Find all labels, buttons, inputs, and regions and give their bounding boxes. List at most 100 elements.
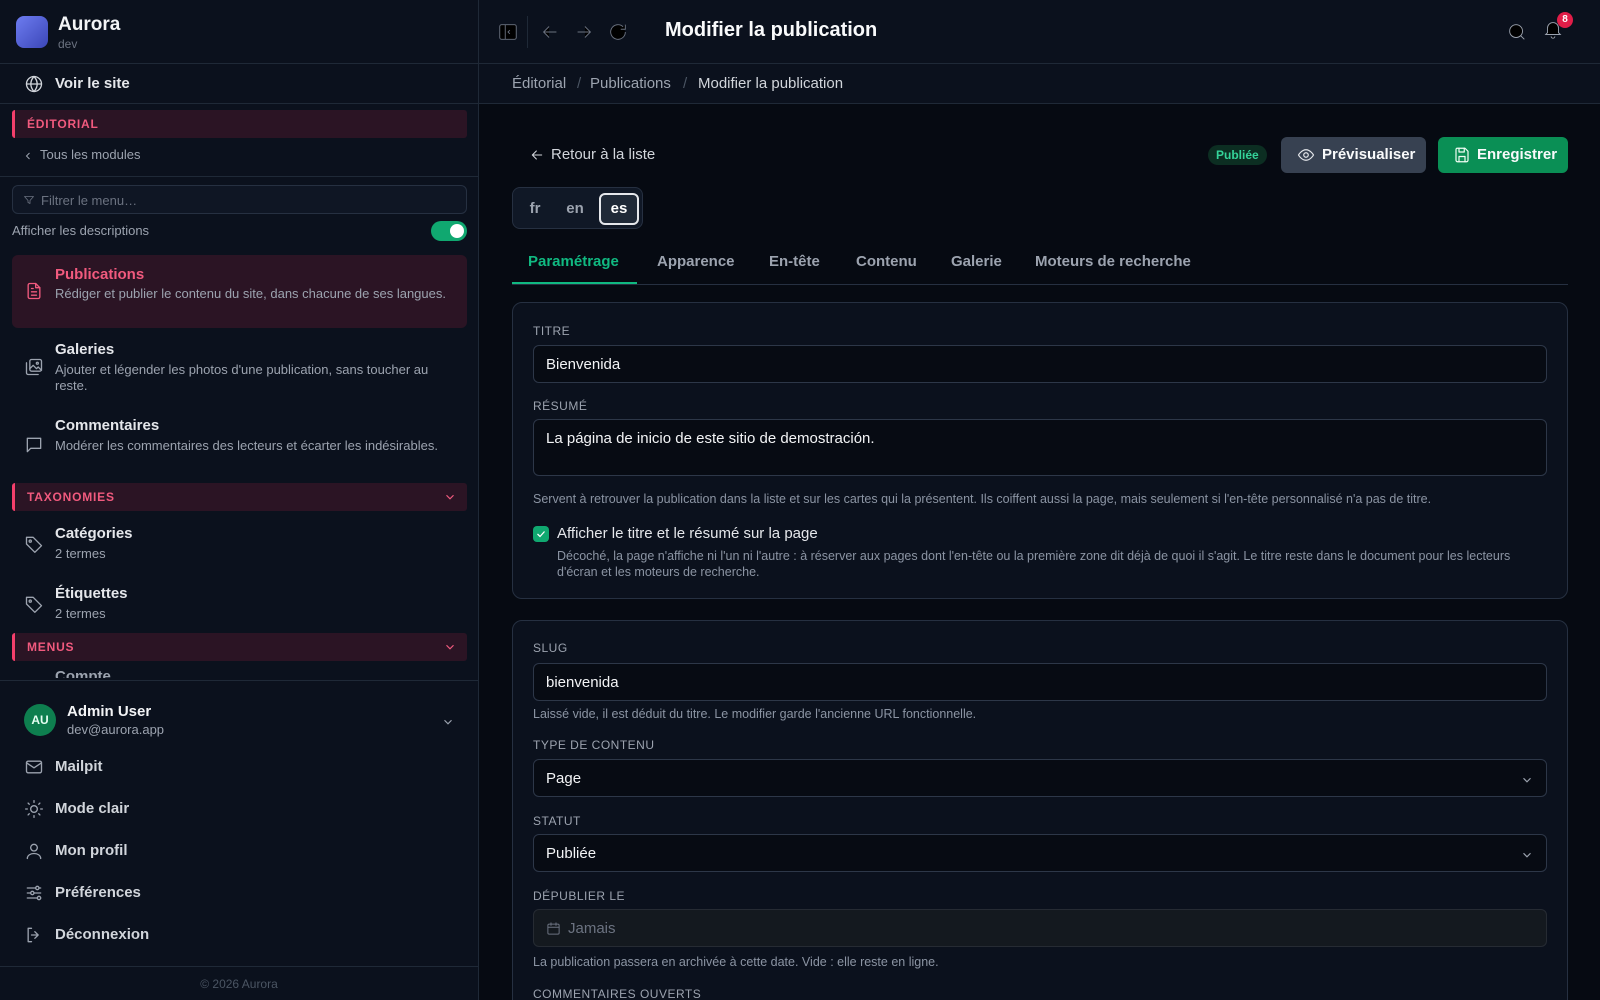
breadcrumb-separator: / <box>577 75 582 92</box>
title-label: TITRE <box>533 324 571 338</box>
summary-value: La página de inicio de este sitio de dem… <box>546 430 875 447</box>
unpublish-help: La publication passera en archivée à cet… <box>533 955 939 969</box>
brand-name: Aurora <box>58 14 121 35</box>
profile-link[interactable]: Mon profil <box>0 833 478 869</box>
slug-input[interactable]: bienvenida <box>533 663 1547 701</box>
chevron-left-icon <box>25 152 30 159</box>
show-descriptions-toggle[interactable] <box>431 221 467 241</box>
breadcrumb-separator: / <box>683 75 688 92</box>
section-menus[interactable]: MENUS <box>12 633 467 661</box>
light-mode-toggle[interactable]: Mode clair <box>0 791 478 827</box>
lang-fr[interactable]: fr <box>515 193 555 225</box>
unpublish-date-input[interactable]: Jamais <box>533 909 1547 947</box>
title-value: Bienvenida <box>546 356 621 373</box>
forward-arrow-icon[interactable] <box>573 21 595 43</box>
lang-es[interactable]: es <box>599 193 639 225</box>
tag-icon <box>25 536 43 553</box>
sidebar-item-galleries[interactable]: Galeries Ajouter et légender les photos … <box>12 331 467 404</box>
language-switcher: fr en es <box>512 187 643 229</box>
tab-appearance[interactable]: Apparence <box>657 253 735 270</box>
sidebar-item-desc: Rédiger et publier le contenu du site, d… <box>55 286 446 301</box>
filter-icon <box>24 196 34 204</box>
sidebar-item-desc: Modérer les commentaires des lecteurs et… <box>55 438 438 453</box>
user-icon <box>26 843 42 860</box>
section-editorial[interactable]: ÉDITORIAL <box>12 110 467 138</box>
section-editorial-label: ÉDITORIAL <box>27 117 99 131</box>
preview-button[interactable]: Prévisualiser <box>1281 137 1426 173</box>
sidebar-item-categories[interactable]: Catégories 2 termes <box>12 517 467 573</box>
menu-filter[interactable] <box>12 185 467 214</box>
refresh-icon[interactable] <box>607 21 629 43</box>
tab-settings[interactable]: Paramétrage <box>528 253 619 270</box>
save-icon <box>1455 147 1469 163</box>
show-title-label[interactable]: Afficher le titre et le résumé sur la pa… <box>557 525 818 542</box>
save-button[interactable]: Enregistrer <box>1438 137 1568 173</box>
mail-icon <box>25 760 43 774</box>
all-modules-link[interactable]: Tous les modules <box>22 147 140 162</box>
chevron-down-icon <box>1523 852 1531 858</box>
content-type-select[interactable]: Page <box>533 759 1547 797</box>
breadcrumb-editorial[interactable]: Éditorial <box>512 75 566 92</box>
sidebar-item-desc: 2 termes <box>55 546 106 561</box>
sidebar-item-title: Catégories <box>55 525 133 542</box>
sidebar-item-title: Publications <box>55 266 145 283</box>
sidebar-item-title: Galeries <box>55 341 115 358</box>
preview-label: Prévisualiser <box>1322 146 1416 163</box>
breadcrumb-publications[interactable]: Publications <box>590 75 671 92</box>
all-modules-label: Tous les modules <box>40 147 141 162</box>
summary-textarea[interactable]: La página de inicio de este sitio de dem… <box>533 419 1547 476</box>
menu-filter-input[interactable] <box>41 190 441 210</box>
sidebar-item-account[interactable]: Compte <box>55 668 111 678</box>
save-label: Enregistrer <box>1477 146 1558 163</box>
document-icon <box>27 282 41 300</box>
lang-en[interactable]: en <box>555 193 595 225</box>
divider <box>0 176 478 177</box>
status-value: Publiée <box>546 845 597 862</box>
title-input[interactable]: Bienvenida <box>533 345 1547 383</box>
tab-content[interactable]: Contenu <box>856 253 917 270</box>
status-select[interactable]: Publiée <box>533 834 1547 872</box>
eye-icon <box>1297 149 1315 161</box>
sidebar-toggle-icon[interactable] <box>497 21 519 43</box>
section-taxonomies[interactable]: TAXONOMIES <box>12 483 467 511</box>
unpublish-label: DÉPUBLIER LE <box>533 889 626 903</box>
preferences-link[interactable]: Préférences <box>0 875 478 911</box>
user-name: Admin User <box>67 703 152 720</box>
user-menu[interactable]: AU Admin User dev@aurora.app <box>0 680 478 740</box>
sidebar-item-comments[interactable]: Commentaires Modérer les commentaires de… <box>12 407 467 480</box>
search-icon[interactable] <box>1506 21 1528 43</box>
avatar: AU <box>24 704 56 736</box>
sidebar-item-title: Étiquettes <box>55 585 128 602</box>
identity-card: TITRE Bienvenida RÉSUMÉ La página de ini… <box>512 302 1568 599</box>
gallery-icon <box>25 358 43 376</box>
section-taxonomies-label: TAXONOMIES <box>27 490 115 504</box>
check-icon <box>537 531 545 538</box>
slug-value: bienvenida <box>546 674 619 691</box>
mailpit-link[interactable]: Mailpit <box>0 749 478 785</box>
tab-gallery[interactable]: Galerie <box>951 253 1002 270</box>
brand-env: dev <box>58 37 78 51</box>
tag-icon <box>25 596 43 613</box>
user-email: dev@aurora.app <box>67 722 165 737</box>
sun-icon <box>25 800 43 818</box>
slug-help: Laissé vide, il est déduit du titre. Le … <box>533 707 977 721</box>
brand[interactable]: Aurora dev <box>0 0 478 64</box>
back-arrow-icon[interactable] <box>539 21 561 43</box>
settings-card: SLUG bienvenida Laissé vide, il est dédu… <box>512 620 1568 1000</box>
main-content: Retour à la liste Publiée Prévisualiser … <box>479 104 1600 1000</box>
view-site-link[interactable]: Voir le site <box>0 64 478 104</box>
tab-header[interactable]: En-tête <box>769 253 820 270</box>
sidebar: Aurora dev Voir le site ÉDITORIAL Tous l… <box>0 0 479 1000</box>
logout-link[interactable]: Déconnexion <box>0 917 478 953</box>
section-menus-label: MENUS <box>27 640 75 654</box>
brand-logo <box>16 16 48 48</box>
show-title-checkbox[interactable] <box>533 526 549 542</box>
sidebar-item-tags[interactable]: Étiquettes 2 termes <box>12 577 467 633</box>
sidebar-item-publications[interactable]: Publications Rédiger et publier le conte… <box>12 255 467 328</box>
show-descriptions-label: Afficher les descriptions <box>12 223 150 238</box>
tab-seo[interactable]: Moteurs de recherche <box>1035 253 1191 270</box>
unpublish-placeholder: Jamais <box>568 920 616 937</box>
logout-label: Déconnexion <box>55 926 150 943</box>
summary-label: RÉSUMÉ <box>533 399 588 413</box>
tab-bar: Paramétrage Apparence En-tête Contenu Ga… <box>512 249 1568 285</box>
